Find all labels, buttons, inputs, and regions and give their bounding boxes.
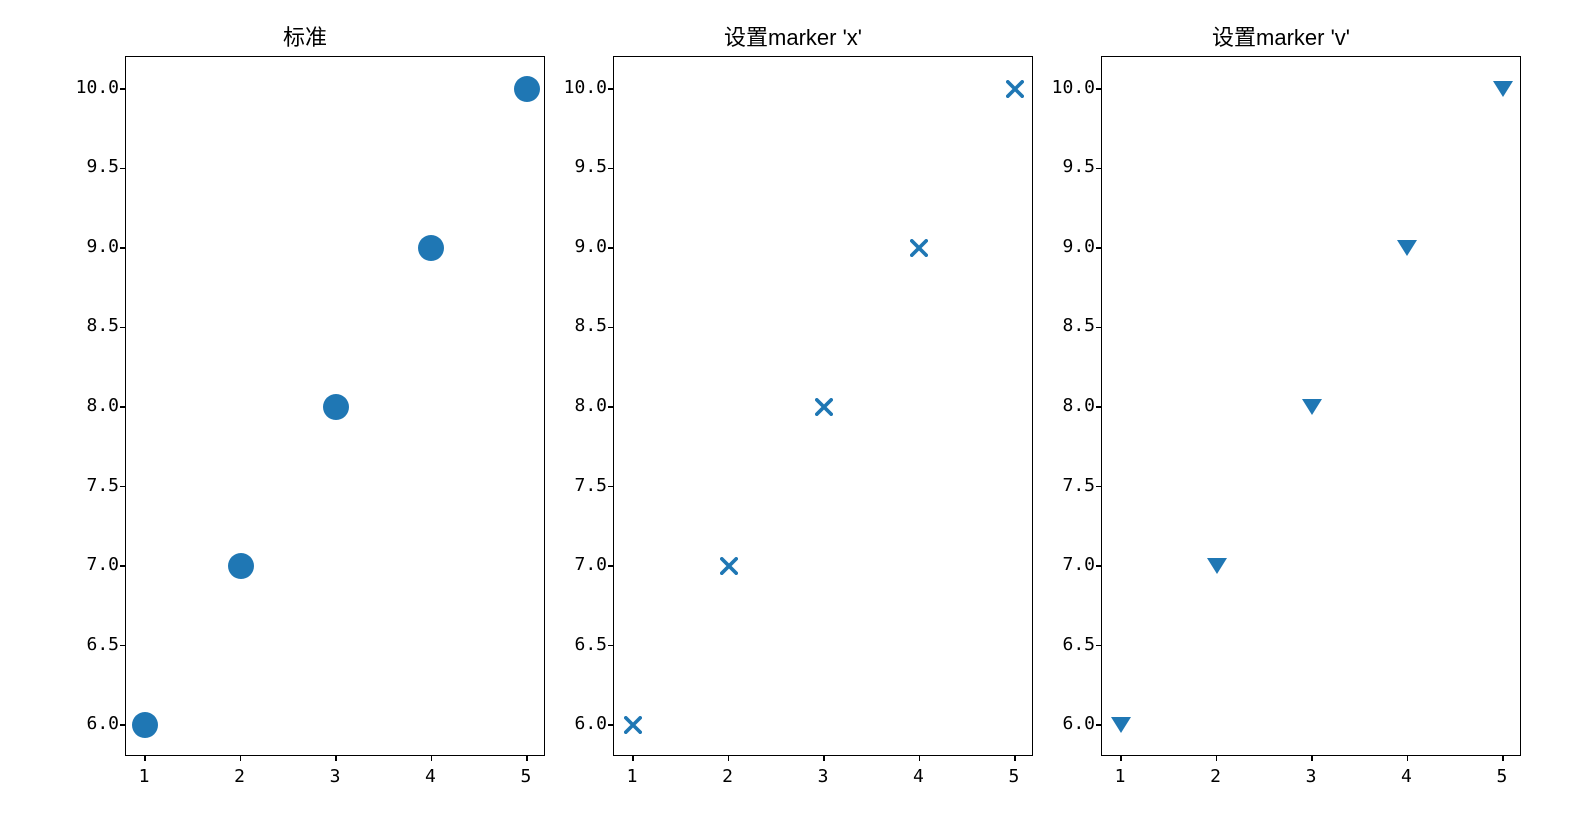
x-tick-mark [1407, 755, 1409, 761]
x-tick-mark [526, 755, 528, 761]
x-marker-icon [720, 557, 738, 575]
x-tick-mark [919, 755, 921, 761]
x-marker-icon [910, 239, 928, 257]
x-tick-label: 1 [1115, 766, 1126, 787]
y-tick-mark [1096, 88, 1102, 90]
plot-column: 1 2 3 4 5 [613, 56, 1033, 788]
y-tick-mark [1096, 327, 1102, 329]
x-tick-label: 5 [520, 766, 531, 787]
x-tick-label: 3 [1306, 766, 1317, 787]
y-tick-mark [120, 645, 126, 647]
x-tick-label: 5 [1496, 766, 1507, 787]
y-axis-ticks: 6.06.57.07.58.08.59.09.510.0 [1041, 56, 1095, 756]
plot-area [1101, 56, 1521, 756]
x-tick-label: 2 [1210, 766, 1221, 787]
x-tick-label: 4 [1401, 766, 1412, 787]
triangle-down-marker-icon [1397, 240, 1417, 256]
y-tick-mark [1096, 724, 1102, 726]
axes-wrap: 6.06.57.07.58.08.59.09.510.0 1 2 3 4 5 [65, 56, 545, 788]
x-tick-mark [1120, 755, 1122, 761]
circle-marker-icon [514, 76, 540, 102]
x-tick-mark [1216, 755, 1218, 761]
y-tick-mark [1096, 247, 1102, 249]
y-tick-mark [1096, 168, 1102, 170]
y-tick-mark [608, 645, 614, 647]
x-axis-ticks: 1 2 3 4 5 [125, 762, 545, 788]
plot-area [613, 56, 1033, 756]
x-tick-label: 3 [330, 766, 341, 787]
y-tick-mark [120, 724, 126, 726]
y-tick-mark [120, 168, 126, 170]
x-tick-mark [431, 755, 433, 761]
y-tick-mark [1096, 406, 1102, 408]
subplot-2: 设置marker 'x' 6.06.57.07.58.08.59.09.510.0… [553, 20, 1033, 788]
y-tick-mark [1096, 645, 1102, 647]
y-tick-mark [120, 88, 126, 90]
chart-title: 标准 [283, 20, 327, 48]
triangle-down-marker-icon [1207, 558, 1227, 574]
y-tick-mark [1096, 486, 1102, 488]
subplot-1: 标准 6.06.57.07.58.08.59.09.510.0 1 2 3 4 5 [65, 20, 545, 788]
y-tick-mark [608, 565, 614, 567]
x-tick-mark [728, 755, 730, 761]
x-tick-mark [1311, 755, 1313, 761]
x-tick-mark [240, 755, 242, 761]
x-tick-label: 1 [139, 766, 150, 787]
y-tick-mark [120, 327, 126, 329]
x-tick-label: 3 [818, 766, 829, 787]
y-tick-mark [608, 247, 614, 249]
x-tick-label: 4 [425, 766, 436, 787]
x-marker-icon [624, 716, 642, 734]
triangle-down-marker-icon [1302, 399, 1322, 415]
y-tick-mark [120, 486, 126, 488]
x-tick-label: 4 [913, 766, 924, 787]
y-tick-mark [608, 88, 614, 90]
x-marker-icon [1006, 80, 1024, 98]
plot-area [125, 56, 545, 756]
x-axis-ticks: 1 2 3 4 5 [613, 762, 1033, 788]
y-tick-mark [608, 327, 614, 329]
x-tick-mark [632, 755, 634, 761]
x-tick-label: 2 [234, 766, 245, 787]
triangle-down-marker-icon [1111, 717, 1131, 733]
y-tick-mark [608, 406, 614, 408]
triangle-down-marker-icon [1493, 81, 1513, 97]
y-tick-mark [1096, 565, 1102, 567]
x-marker-icon [815, 398, 833, 416]
y-axis-ticks: 6.06.57.07.58.08.59.09.510.0 [65, 56, 119, 756]
x-tick-label: 5 [1008, 766, 1019, 787]
x-axis-ticks: 1 2 3 4 5 [1101, 762, 1521, 788]
x-tick-label: 2 [722, 766, 733, 787]
axes-wrap: 6.06.57.07.58.08.59.09.510.0 1 2 3 4 5 [553, 56, 1033, 788]
y-tick-mark [120, 406, 126, 408]
y-tick-mark [120, 247, 126, 249]
x-tick-label: 1 [627, 766, 638, 787]
x-tick-mark [1502, 755, 1504, 761]
y-tick-mark [608, 486, 614, 488]
y-tick-mark [120, 565, 126, 567]
x-tick-mark [823, 755, 825, 761]
figure: 标准6.06.57.07.58.08.59.09.510.012345设置mar… [0, 0, 1586, 815]
y-tick-mark [608, 168, 614, 170]
x-tick-mark [335, 755, 337, 761]
chart-title: 设置marker 'v' [1212, 20, 1350, 48]
y-axis-ticks: 6.06.57.07.58.08.59.09.510.0 [553, 56, 607, 756]
circle-marker-icon [132, 712, 158, 738]
plot-column: 1 2 3 4 5 [1101, 56, 1521, 788]
circle-marker-icon [228, 553, 254, 579]
chart-title: 设置marker 'x' [724, 20, 862, 48]
plot-column: 1 2 3 4 5 [125, 56, 545, 788]
y-tick-mark [608, 724, 614, 726]
axes-wrap: 6.06.57.07.58.08.59.09.510.0 1 2 3 4 5 [1041, 56, 1521, 788]
subplot-3: 设置marker 'v' 6.06.57.07.58.08.59.09.510.0… [1041, 20, 1521, 788]
x-tick-mark [1014, 755, 1016, 761]
x-tick-mark [144, 755, 146, 761]
circle-marker-icon [323, 394, 349, 420]
circle-marker-icon [418, 235, 444, 261]
